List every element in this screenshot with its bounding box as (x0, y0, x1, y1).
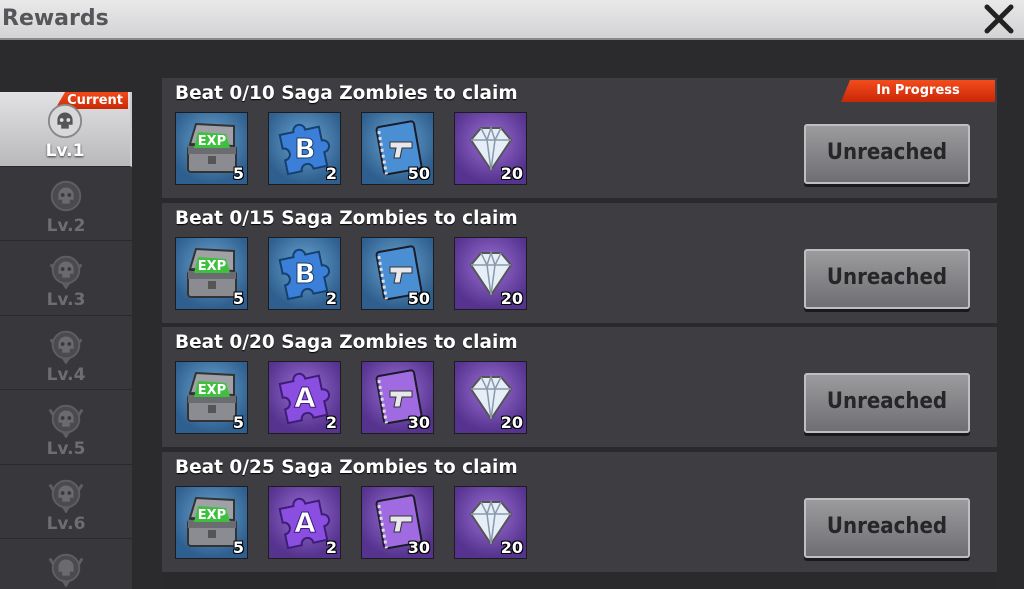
mission-title: Beat 0/25 Saga Zombies to claim (175, 456, 518, 478)
sidebar-level-7[interactable] (0, 539, 132, 589)
skull-emblem-icon (49, 330, 83, 364)
svg-text:EXP: EXP (198, 508, 226, 523)
reward-quantity: 2 (325, 537, 337, 557)
title-bar: Rewards (0, 0, 1024, 40)
skull-emblem-icon (50, 180, 82, 211)
reward-quantity: 2 (325, 413, 337, 432)
reward-item[interactable]: 30 (361, 361, 434, 434)
reward-item[interactable]: B2 (268, 112, 341, 185)
level-label: Lv.1 (45, 141, 85, 161)
reward-item[interactable]: 50 (361, 236, 434, 310)
reward-quantity: 5 (232, 164, 244, 183)
reward-item[interactable]: 20 (454, 112, 527, 185)
reward-quantity: 5 (232, 288, 244, 308)
skull-emblem-icon (47, 103, 83, 139)
reward-quantity: 20 (500, 537, 523, 557)
unreached-button[interactable]: Unreached (804, 124, 970, 184)
reward-item[interactable]: EXP 5 (175, 112, 248, 185)
reward-item[interactable]: A2 (268, 361, 341, 434)
mission-card: Beat 0/25 Saga Zombies to claim EXP 5 A 2 30 2… (162, 451, 997, 572)
level-label: Lv.5 (46, 439, 86, 459)
reward-quantity: 50 (407, 288, 430, 308)
svg-text:A: A (294, 506, 316, 539)
skull-emblem-icon (48, 479, 84, 513)
unreached-button[interactable]: Unreached (804, 248, 970, 309)
reward-item[interactable]: EXP 5 (175, 485, 248, 559)
svg-text:EXP: EXP (198, 259, 226, 274)
svg-text:EXP: EXP (198, 134, 226, 149)
svg-text:B: B (294, 257, 315, 290)
window-title: Rewards (2, 6, 109, 31)
reward-quantity: 50 (407, 164, 430, 183)
in-progress-badge: In Progress (841, 80, 995, 102)
reward-quantity: 2 (325, 288, 337, 308)
unreached-button[interactable]: Unreached (804, 497, 970, 558)
mission-title: Beat 0/15 Saga Zombies to claim (175, 207, 518, 229)
close-icon[interactable] (982, 2, 1016, 36)
sidebar-level-4[interactable]: Lv.4 (0, 316, 132, 390)
skull-emblem-icon (48, 553, 84, 587)
sidebar-level-3[interactable]: Lv.3 (0, 241, 132, 316)
svg-text:B: B (294, 132, 315, 165)
level-sidebar: Current Lv.1 Lv.2 Lv.3 Lv.4 Lv.5 Lv.6 (0, 92, 132, 589)
reward-quantity: 20 (500, 413, 523, 432)
reward-item[interactable]: EXP 5 (175, 236, 248, 310)
level-label: Lv.4 (46, 364, 86, 385)
unreached-button[interactable]: Unreached (804, 373, 970, 433)
reward-item[interactable]: 20 (454, 236, 527, 310)
mission-card: Beat 0/20 Saga Zombies to claim EXP 5 A 2 30 2… (162, 327, 997, 447)
reward-quantity: 20 (500, 164, 523, 183)
level-label: Lv.2 (46, 215, 86, 236)
sidebar-level-2[interactable]: Lv.2 (0, 167, 132, 241)
sidebar-level-6[interactable]: Lv.6 (0, 465, 132, 539)
reward-quantity: 5 (232, 537, 244, 557)
mission-list[interactable]: Beat 0/10 Saga Zombies to claim In Progre… (162, 78, 997, 589)
reward-item[interactable]: B2 (268, 236, 341, 310)
sidebar-level-5[interactable]: Lv.5 (0, 390, 132, 465)
reward-quantity: 30 (407, 413, 430, 432)
mission-title: Beat 0/10 Saga Zombies to claim (175, 83, 518, 104)
reward-item[interactable]: 20 (454, 361, 527, 434)
level-label: Lv.3 (46, 290, 86, 310)
mission-card: Beat 0/10 Saga Zombies to claim In Progre… (162, 78, 997, 198)
reward-quantity: 20 (500, 288, 523, 308)
reward-item[interactable]: 50 (361, 112, 434, 185)
reward-item[interactable]: EXP 5 (175, 361, 248, 434)
level-label: Lv.6 (46, 513, 86, 534)
sidebar-level-1[interactable]: Current Lv.1 (0, 92, 132, 167)
reward-quantity: 2 (325, 164, 337, 183)
svg-text:A: A (294, 381, 316, 414)
reward-item[interactable]: 20 (454, 485, 527, 559)
skull-emblem-icon (48, 404, 84, 438)
reward-item[interactable]: A2 (268, 485, 341, 559)
reward-item[interactable]: 30 (361, 485, 434, 559)
skull-emblem-icon (49, 255, 83, 289)
reward-quantity: 5 (232, 413, 244, 432)
mission-card: Beat 0/15 Saga Zombies to claim EXP 5 B 2 50 2… (162, 202, 997, 323)
reward-quantity: 30 (407, 537, 430, 557)
mission-title: Beat 0/20 Saga Zombies to claim (175, 332, 518, 353)
svg-text:EXP: EXP (198, 383, 226, 398)
